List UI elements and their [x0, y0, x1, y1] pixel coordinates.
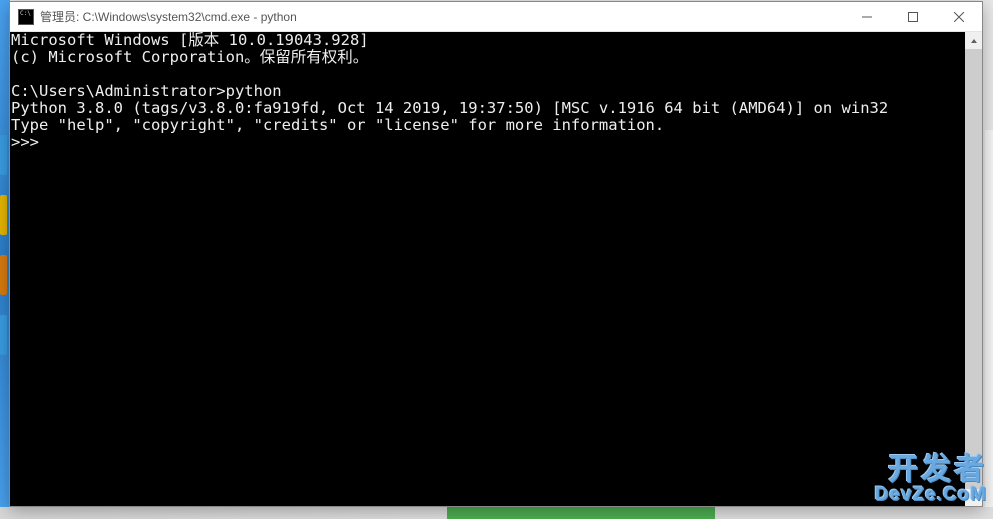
vertical-scrollbar[interactable] [965, 32, 982, 506]
cmd-icon [18, 9, 34, 25]
terminal-output[interactable]: Microsoft Windows [版本 10.0.19043.928] (c… [10, 32, 965, 506]
scroll-thumb[interactable] [965, 49, 982, 489]
terminal-prompt: >>> [11, 133, 48, 151]
terminal-line: Python 3.8.0 (tags/v3.8.0:fa919fd, Oct 1… [11, 99, 888, 117]
terminal-line: C:\Users\Administrator>python [11, 82, 282, 100]
window-title: 管理员: C:\Windows\system32\cmd.exe - pytho… [40, 8, 844, 25]
close-button[interactable] [936, 2, 982, 31]
scroll-up-button[interactable] [965, 32, 982, 49]
maximize-icon [908, 12, 918, 22]
close-icon [954, 12, 964, 22]
scroll-track[interactable] [965, 49, 982, 489]
terminal-line: Microsoft Windows [版本 10.0.19043.928] [11, 32, 369, 49]
scroll-down-button[interactable] [965, 489, 982, 506]
desktop-icons-strip [0, 135, 7, 375]
minimize-icon [862, 12, 872, 22]
terminal-line: (c) Microsoft Corporation。保留所有权利。 [11, 48, 368, 66]
window-controls [844, 2, 982, 31]
minimize-button[interactable] [844, 2, 890, 31]
chevron-down-icon [970, 494, 978, 502]
terminal-area: Microsoft Windows [版本 10.0.19043.928] (c… [10, 32, 982, 506]
titlebar[interactable]: 管理员: C:\Windows\system32\cmd.exe - pytho… [10, 2, 982, 32]
chevron-up-icon [970, 37, 978, 45]
maximize-button[interactable] [890, 2, 936, 31]
cmd-window: 管理员: C:\Windows\system32\cmd.exe - pytho… [9, 1, 983, 507]
terminal-line: Type "help", "copyright", "credits" or "… [11, 116, 664, 134]
taskbar[interactable] [0, 507, 993, 519]
background-right-strip [985, 130, 993, 510]
